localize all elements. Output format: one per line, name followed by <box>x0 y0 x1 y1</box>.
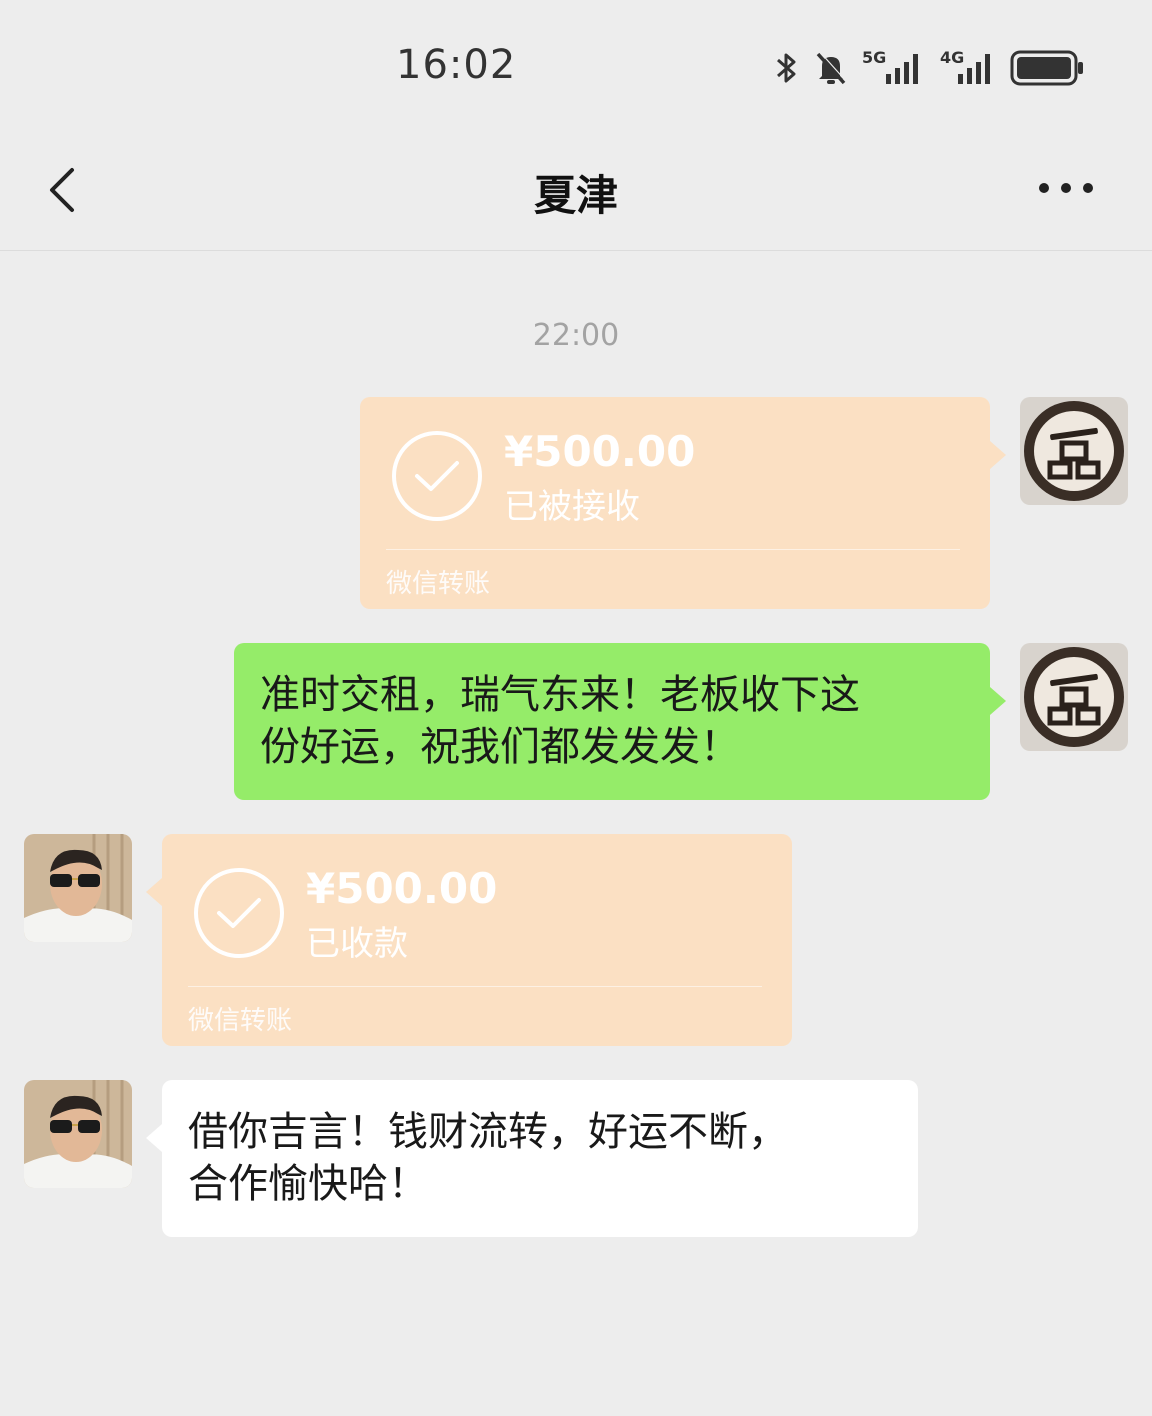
avatar-contact-image <box>24 1080 132 1188</box>
text-message-sent[interactable]: 准时交租，瑞气东来！老板收下这 份好运，祝我们都发发发！ <box>234 643 1006 800</box>
bubble-tail <box>146 878 162 906</box>
transfer-caption: 微信转账 <box>188 1006 293 1036</box>
status-bar: 16:02 5G 4G <box>0 0 1152 130</box>
bubble-tail <box>990 687 1006 715</box>
avatar-contact[interactable] <box>24 1080 132 1188</box>
chat-header: 夏津 <box>0 130 1152 251</box>
chat-timestamp: 22:00 <box>532 318 620 353</box>
signal-5g-label: 5G <box>862 48 887 67</box>
signal-4g-icon: 4G <box>940 48 996 88</box>
check-circle-icon <box>392 431 482 521</box>
avatar-contact[interactable] <box>24 834 132 942</box>
bubble-tail <box>990 441 1006 469</box>
bubble-tail <box>146 1124 162 1152</box>
transfer-caption: 微信转账 <box>386 569 491 599</box>
battery-icon <box>1010 50 1083 86</box>
avatar-self-image <box>1020 397 1128 505</box>
transfer-amount: ¥500.00 <box>504 427 696 476</box>
text-message-received[interactable]: 借你吉言！钱财流转，好运不断， 合作愉快哈！ <box>146 1080 918 1237</box>
transfer-message-sent[interactable]: ¥500.00 已被接收 微信转账 <box>360 397 1006 609</box>
message-line: 份好运，祝我们都发发发！ <box>260 724 740 770</box>
divider <box>386 549 960 550</box>
transfer-amount: ¥500.00 <box>306 864 498 913</box>
transfer-status: 已被接收 <box>504 487 640 527</box>
status-icons: 5G 4G <box>774 46 1086 90</box>
message-line: 准时交租，瑞气东来！老板收下这 <box>260 672 860 718</box>
avatar-self-image <box>1020 643 1128 751</box>
message-line: 借你吉言！钱财流转，好运不断， <box>188 1109 788 1155</box>
more-button[interactable] <box>1036 168 1096 208</box>
divider <box>188 986 762 987</box>
avatar-self[interactable] <box>1020 643 1128 751</box>
transfer-message-received[interactable]: ¥500.00 已收款 微信转账 <box>146 834 792 1046</box>
signal-5g-icon: 5G <box>862 48 926 88</box>
more-dots-icon <box>1039 183 1093 193</box>
message-line: 合作愉快哈！ <box>188 1161 428 1207</box>
transfer-status: 已收款 <box>306 924 408 964</box>
check-circle-icon <box>194 868 284 958</box>
bluetooth-icon <box>777 53 796 83</box>
status-time: 16:02 <box>396 42 517 88</box>
chat-title: 夏津 <box>533 171 618 220</box>
avatar-self[interactable] <box>1020 397 1128 505</box>
avatar-contact-image <box>24 834 132 942</box>
mute-bell-icon <box>816 51 847 85</box>
